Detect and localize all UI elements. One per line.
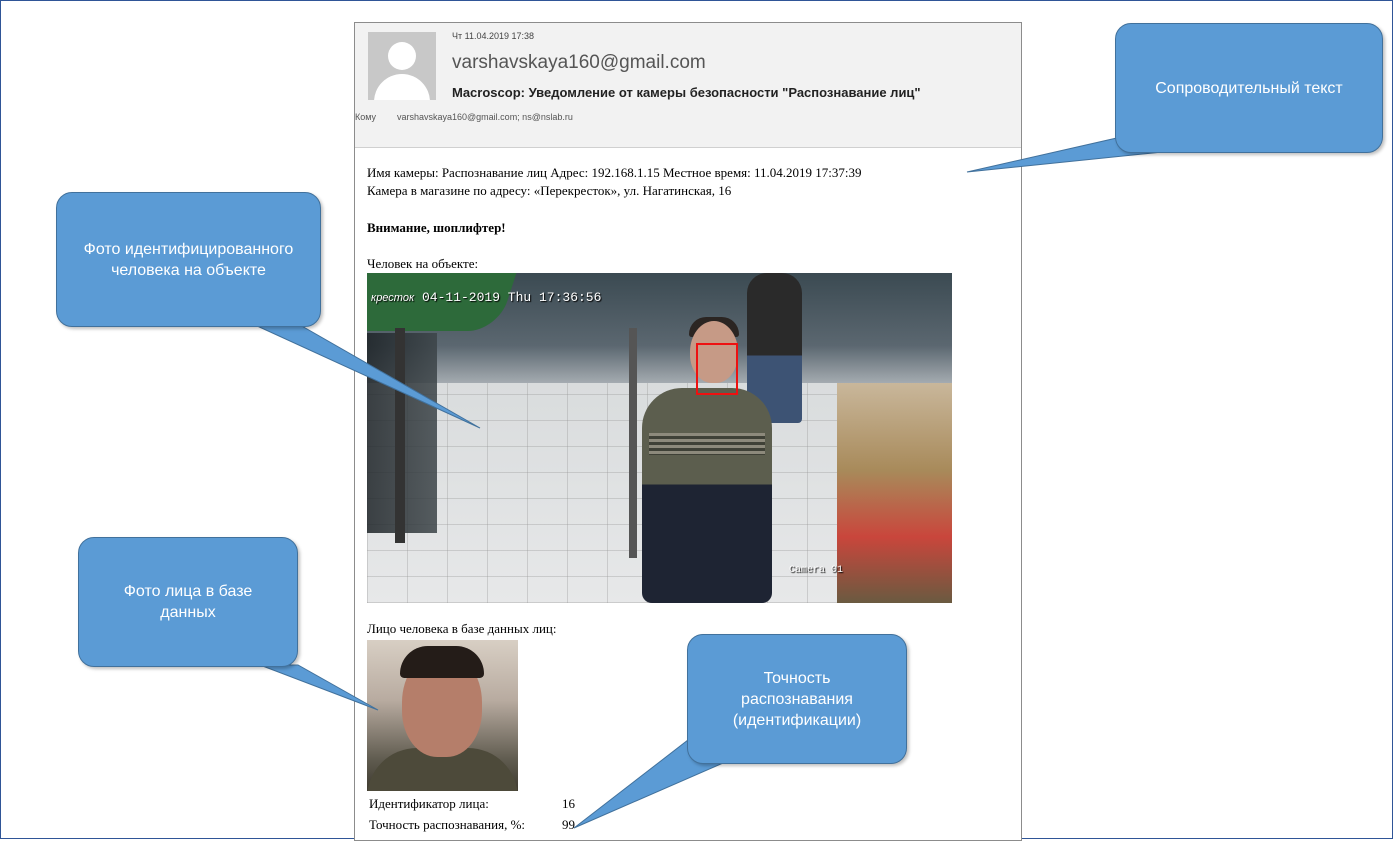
- object-label: Человек на объекте:: [367, 256, 479, 271]
- callout-accuracy: Точность распознавания (идентификации): [687, 634, 907, 764]
- identified-person: [642, 388, 772, 603]
- email-sender[interactable]: varshavskaya160@gmail.com: [452, 52, 706, 74]
- camera-sign-text: кресток: [371, 292, 415, 304]
- to-recipients[interactable]: varshavskaya160@gmail.com; ns@nslab.ru: [397, 112, 573, 122]
- db-label: Лицо человека в базе данных лиц:: [367, 621, 557, 636]
- face-id-value: 16: [562, 796, 575, 811]
- face-detection-box: [696, 343, 738, 395]
- to-label: Кому: [355, 112, 377, 122]
- accuracy-value: 99: [562, 817, 575, 832]
- camera-info-line: Имя камеры: Распознавание лиц Адрес: 192…: [367, 165, 862, 180]
- face-id-label: Идентификатор лица:: [369, 796, 489, 811]
- person-placeholder-icon: [368, 32, 436, 100]
- accuracy-label: Точность распознавания, %:: [369, 817, 526, 832]
- callout-identified-photo: Фото идентифицированного человека на объ…: [56, 192, 321, 327]
- email-subject: Macroscop: Уведомление от камеры безопас…: [452, 85, 921, 100]
- camera-timestamp: кресток 04-11-2019 Thu 17:36:56: [371, 290, 601, 305]
- database-face-photo[interactable]: [367, 640, 518, 791]
- camera-snapshot[interactable]: кресток 04-11-2019 Thu 17:36:56 Camera 0…: [367, 273, 952, 603]
- alert-text: Внимание, шоплифтер!: [367, 220, 506, 235]
- camera-timestamp-text: 04-11-2019 Thu 17:36:56: [421, 290, 602, 305]
- camera-name: Camera 01: [789, 565, 844, 576]
- email-header: Чт 11.04.2019 17:38 varshavskaya160@gmai…: [355, 23, 1021, 148]
- camera-location-line: Камера в магазине по адресу: «Перекресто…: [367, 183, 732, 198]
- store-shelf: [837, 383, 952, 603]
- callout-db-photo: Фото лица в базе данных: [78, 537, 298, 667]
- callout-accompanying-text: Сопроводительный текст: [1115, 23, 1383, 153]
- email-date: Чт 11.04.2019 17:38: [452, 31, 535, 41]
